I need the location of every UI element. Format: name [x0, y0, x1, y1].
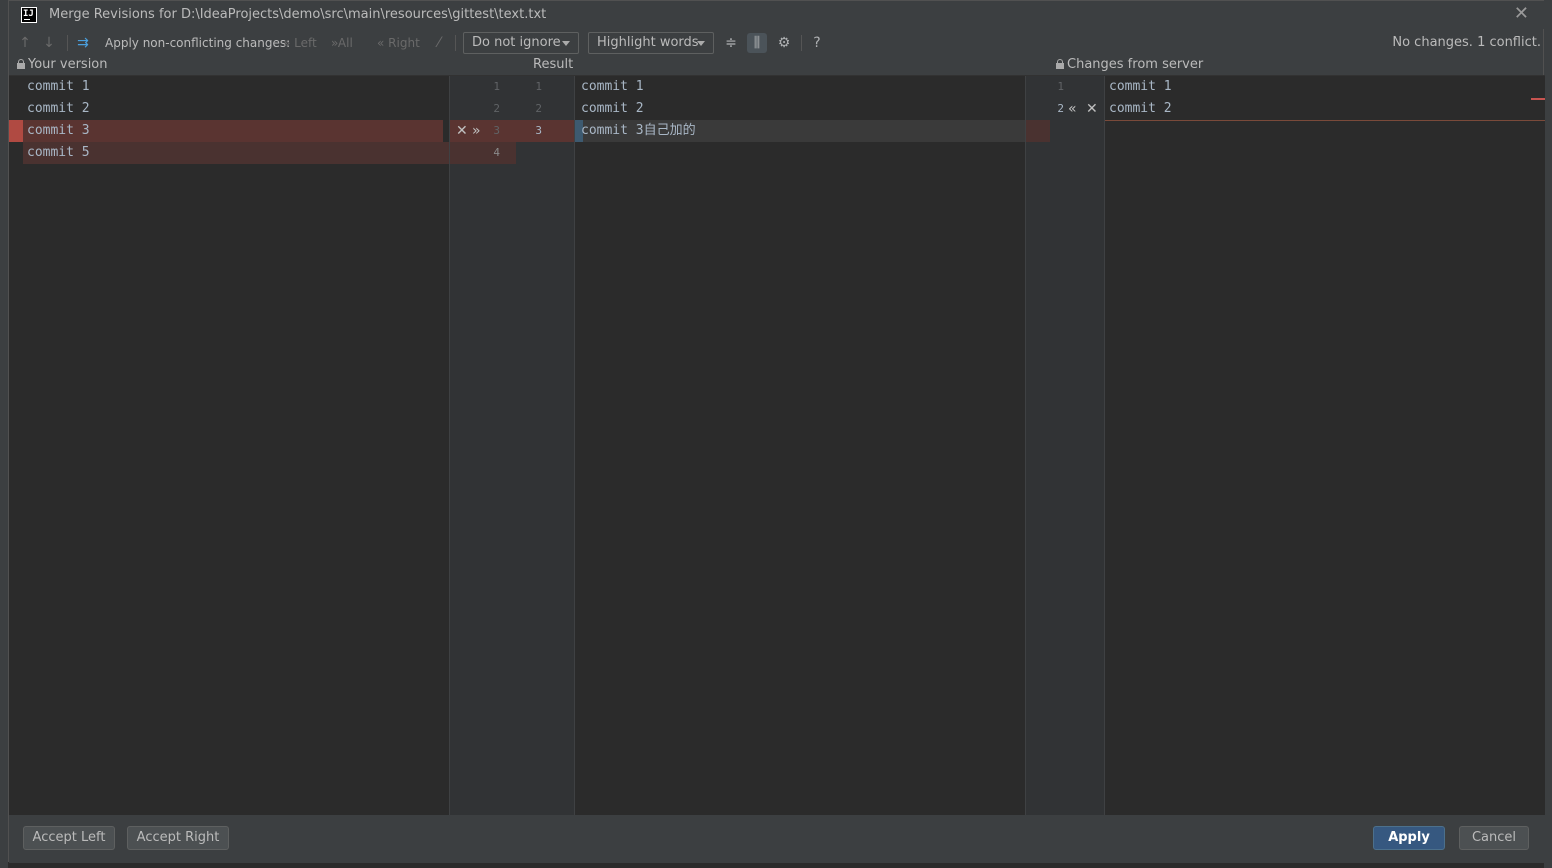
line-number: 1 [493, 80, 500, 93]
apply-left-button[interactable]: » Left [283, 29, 317, 57]
right-editor-changes-from-server[interactable]: commit 1 commit 2 [1105, 76, 1545, 816]
help-icon[interactable]: ? [807, 33, 827, 53]
code-line: commit 1 [1109, 79, 1172, 94]
left-editor-your-version[interactable]: commit 1 commit 2 commit 3 commit 5 [9, 76, 449, 816]
apply-button[interactable]: Apply [1373, 826, 1445, 850]
dropdown-caret-icon [697, 41, 705, 46]
lock-icon [17, 59, 25, 69]
ignore-change-close-icon[interactable]: ✕ [456, 120, 468, 142]
cancel-button[interactable]: Cancel [1459, 826, 1529, 850]
close-icon[interactable]: ✕ [1514, 5, 1529, 23]
line-number: 3 [493, 124, 500, 137]
apply-all-label: All [337, 36, 353, 50]
highlight-mode-select[interactable]: Highlight words [588, 32, 714, 54]
intellij-app-icon: IJ [21, 7, 37, 23]
code-line: commit 2 [1109, 101, 1172, 116]
double-chevron-both-icon: » [331, 36, 338, 50]
lock-icon [1056, 59, 1064, 69]
code-line: commit 3自己加的 [581, 123, 696, 138]
line-number: 2 [493, 102, 500, 115]
double-chevron-right-icon: » [283, 36, 291, 50]
sync-scroll-icon[interactable]: ⫼ [747, 33, 767, 53]
code-line: commit 3 [27, 123, 90, 138]
toolbar-separator [455, 35, 456, 51]
dialog-footer: Accept Left Accept Right Apply Cancel [9, 815, 1545, 863]
line-number: 2 [535, 102, 542, 115]
right-pane-header: Changes from server [1056, 57, 1203, 73]
accept-right-button[interactable]: Accept Right [127, 826, 229, 850]
left-result-gutter: ✕ » 1 2 3 4 1 2 3 [449, 76, 575, 816]
scrollbar-conflict-marker [1531, 98, 1545, 100]
conflict-highlight [450, 120, 574, 142]
line-number: 2 [1057, 102, 1064, 115]
result-right-gutter: 1 2 « ✕ [1025, 76, 1105, 816]
line-number: 1 [1057, 80, 1064, 93]
center-editor-result[interactable]: commit 1 commit 2 commit 3自己加的 [575, 76, 1025, 816]
previous-change-arrow-up-icon[interactable]: ↑ [15, 33, 35, 53]
code-line: commit 1 [27, 79, 90, 94]
line-number: 4 [493, 146, 500, 159]
apply-change-chevron-left-icon[interactable]: « [1068, 98, 1077, 120]
deletion-line-marker [1105, 120, 1545, 121]
apply-non-conflicting-icon[interactable]: ⇉ [73, 33, 93, 53]
code-line: commit 2 [581, 101, 644, 116]
background-ide-left-edge [0, 0, 8, 868]
double-chevron-left-icon: « [377, 36, 385, 50]
ignore-whitespace-select[interactable]: Do not ignore [463, 32, 579, 54]
magic-resolve-wand-icon[interactable]: ⁄ [429, 33, 449, 53]
accept-left-button[interactable]: Accept Left [23, 826, 115, 850]
window-title: Merge Revisions for D:\IdeaProjects\demo… [49, 7, 547, 22]
code-line: commit 5 [27, 145, 90, 160]
title-bar: IJ Merge Revisions for D:\IdeaProjects\d… [9, 1, 1545, 29]
left-pane-title: Your version [28, 57, 108, 72]
conflict-marker [9, 120, 23, 142]
toolbar: ↑ ↓ ⇉ Apply non-conflicting changes: » L… [9, 29, 1545, 57]
left-pane-header: Your version [17, 57, 108, 73]
code-line: commit 1 [581, 79, 644, 94]
line-number: 1 [535, 80, 542, 93]
background-ide-right-edge [1544, 0, 1552, 868]
apply-left-label: Left [294, 36, 317, 50]
conflict-highlight [1026, 120, 1050, 142]
center-pane-header: Result [533, 57, 574, 72]
toolbar-separator [67, 35, 68, 51]
dropdown-caret-icon [562, 41, 570, 46]
toolbar-separator [801, 35, 802, 51]
collapse-unchanged-icon[interactable]: ≑ [721, 33, 741, 53]
apply-non-conflicting-label: Apply non-conflicting changes: [105, 36, 291, 50]
pane-headers: Your version Result Changes from server [9, 57, 1545, 75]
next-change-arrow-down-icon[interactable]: ↓ [39, 33, 59, 53]
right-pane-title: Changes from server [1067, 57, 1204, 72]
apply-right-label: Right [388, 36, 420, 50]
apply-all-button[interactable]: »All [331, 29, 353, 57]
settings-gear-icon[interactable]: ⚙ [774, 33, 794, 53]
merge-status-text: No changes. 1 conflict. [1392, 35, 1541, 50]
ignore-whitespace-value: Do not ignore [472, 35, 561, 50]
ignore-change-close-icon[interactable]: ✕ [1086, 98, 1098, 120]
apply-change-chevron-right-icon[interactable]: » [472, 120, 481, 142]
conflict-highlight [450, 142, 516, 164]
code-line: commit 2 [27, 101, 90, 116]
line-number: 3 [535, 124, 542, 137]
highlight-mode-value: Highlight words [597, 35, 699, 50]
merge-editors: commit 1 commit 2 commit 3 commit 5 ✕ » … [9, 75, 1545, 816]
merge-revisions-dialog: IJ Merge Revisions for D:\IdeaProjects\d… [8, 0, 1545, 863]
apply-right-button[interactable]: « Right [377, 29, 420, 57]
